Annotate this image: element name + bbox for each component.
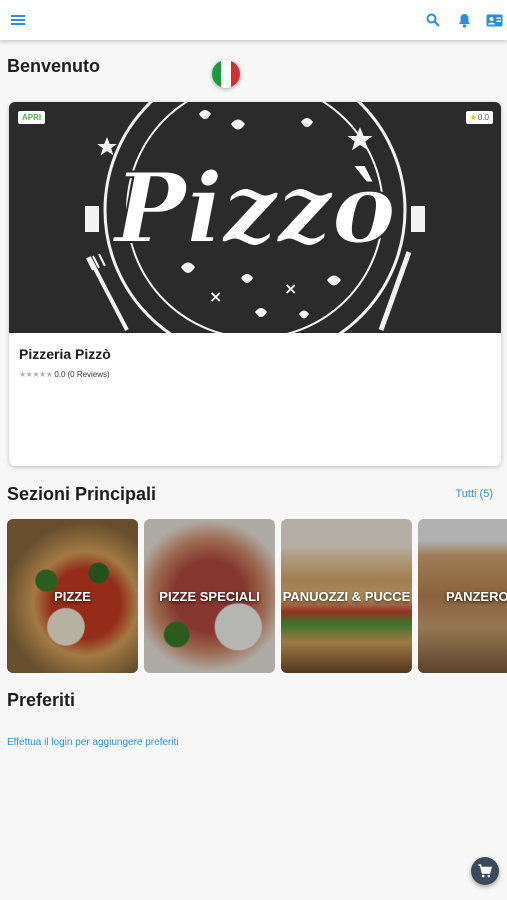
- category-label: PIZZE SPECIALI: [159, 589, 260, 604]
- restaurant-card[interactable]: × × Pizzò APRI ★0.0 Pizzeria Pizzò ★★★★★…: [9, 102, 501, 466]
- category-pizze[interactable]: PIZZE: [7, 519, 138, 673]
- italian-flag-icon[interactable]: [212, 60, 240, 88]
- svg-text:×: ×: [209, 287, 222, 306]
- category-panzerotti[interactable]: PANZEROTTI: [418, 519, 507, 673]
- rating-stars-icon: ★★★★★: [19, 370, 53, 379]
- svg-text:×: ×: [284, 279, 297, 298]
- restaurant-reviews-count: (0 Reviews): [67, 370, 110, 379]
- logo-text: Pizzò: [111, 152, 396, 265]
- category-label: PANZEROTTI: [446, 589, 507, 604]
- cart-button[interactable]: [471, 857, 499, 885]
- category-label: PANUOZZI & PUCCE: [282, 589, 411, 604]
- search-icon[interactable]: [423, 10, 443, 30]
- welcome-title: Benvenuto: [7, 56, 101, 76]
- pizzo-logo-image: × × Pizzò: [85, 102, 425, 333]
- category-pizze-speciali[interactable]: PIZZE SPECIALI: [144, 519, 275, 673]
- hamburger-menu-icon[interactable]: [8, 10, 28, 30]
- restaurant-rating-row: ★★★★★ 0.0 (0 Reviews): [19, 370, 110, 379]
- rating-badge: ★0.0: [465, 111, 493, 124]
- open-status-badge: APRI: [18, 111, 46, 124]
- favorites-title: Preferiti: [7, 690, 76, 710]
- sections-title: Sezioni Principali: [7, 484, 157, 504]
- restaurant-banner: × × Pizzò APRI ★0.0: [9, 102, 501, 333]
- bell-icon[interactable]: [454, 10, 474, 30]
- login-prompt-link[interactable]: Effettua il login per aggiungere preferi…: [7, 737, 179, 748]
- restaurant-rating-value: 0.0: [54, 370, 66, 379]
- see-all-link[interactable]: Tutti (5): [456, 488, 494, 500]
- rating-badge-value: 0.0: [477, 113, 489, 122]
- restaurant-name: Pizzeria Pizzò: [19, 346, 111, 362]
- star-icon: ★: [469, 113, 477, 122]
- category-label: PIZZE: [54, 589, 91, 604]
- category-panuozzi-pucce[interactable]: PANUOZZI & PUCCE: [281, 519, 412, 673]
- app-bar: [0, 0, 507, 40]
- cart-icon: [478, 864, 492, 878]
- contact-card-icon[interactable]: [484, 10, 504, 30]
